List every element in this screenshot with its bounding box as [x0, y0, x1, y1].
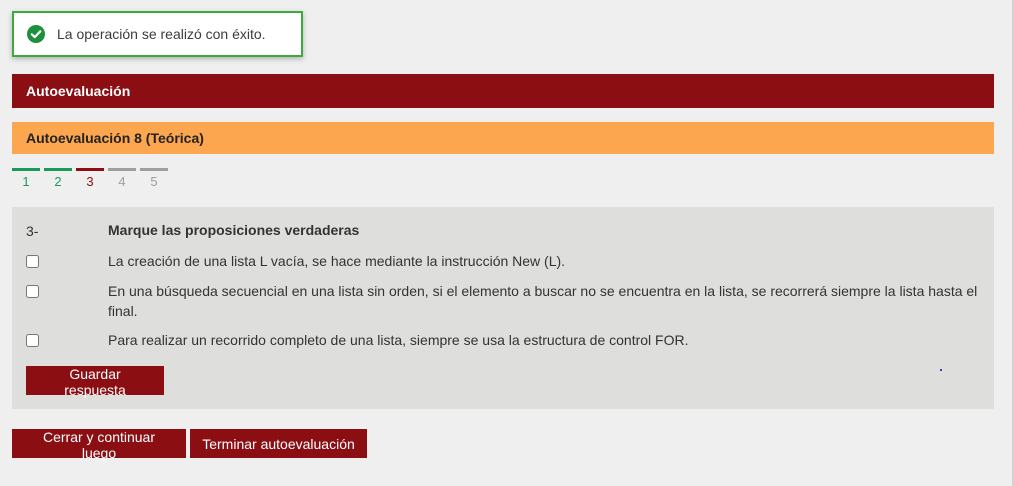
step-2[interactable]: 2: [44, 168, 72, 189]
step-indicator-bar: [44, 168, 72, 171]
question-number: 3-: [26, 223, 39, 239]
finish-evaluation-button[interactable]: Terminar autoevaluación: [190, 429, 367, 458]
option-3-checkbox[interactable]: [26, 334, 39, 347]
step-number: 2: [54, 174, 62, 189]
question-title: Marque las proposiciones verdaderas: [108, 222, 360, 238]
notification-message: La operación se realizó con éxito.: [57, 26, 266, 42]
option-2-checkbox[interactable]: [26, 285, 39, 298]
step-4[interactable]: 4: [108, 168, 136, 189]
save-answer-button[interactable]: Guardar respuesta: [26, 366, 164, 398]
close-continue-later-button[interactable]: Cerrar y continuar luego: [12, 429, 186, 461]
question-panel: 3- Marque las proposiciones verdaderas L…: [12, 207, 994, 409]
option-1-checkbox[interactable]: [26, 255, 39, 268]
step-1[interactable]: 1: [12, 168, 40, 189]
option-2-text: En una búsqueda secuencial en una lista …: [108, 283, 978, 319]
evaluation-header: Autoevaluación 8 (Teórica): [12, 122, 994, 154]
step-number: 4: [118, 174, 126, 189]
section-title: Autoevaluación: [26, 83, 131, 99]
step-indicator-bar: [108, 168, 136, 171]
step-number: 5: [150, 174, 158, 189]
step-indicator-bar: [140, 168, 168, 171]
decorative-dot: [940, 369, 942, 371]
section-header: Autoevaluación: [12, 74, 994, 108]
success-notification: La operación se realizó con éxito.: [12, 11, 303, 57]
step-indicator-bar: [12, 168, 40, 171]
step-indicator-bar: [76, 168, 104, 171]
option-1-text: La creación de una lista L vacía, se hac…: [108, 253, 566, 269]
question-stepper: 1 2 3 4 5: [12, 168, 172, 189]
option-3-text: Para realizar un recorrido completo de u…: [108, 332, 689, 348]
evaluation-title: Autoevaluación 8 (Teórica): [26, 130, 204, 146]
check-circle-icon: [27, 25, 45, 43]
step-number: 3: [86, 174, 94, 189]
step-3[interactable]: 3: [76, 168, 104, 189]
step-number: 1: [22, 174, 30, 189]
step-5[interactable]: 5: [140, 168, 168, 189]
